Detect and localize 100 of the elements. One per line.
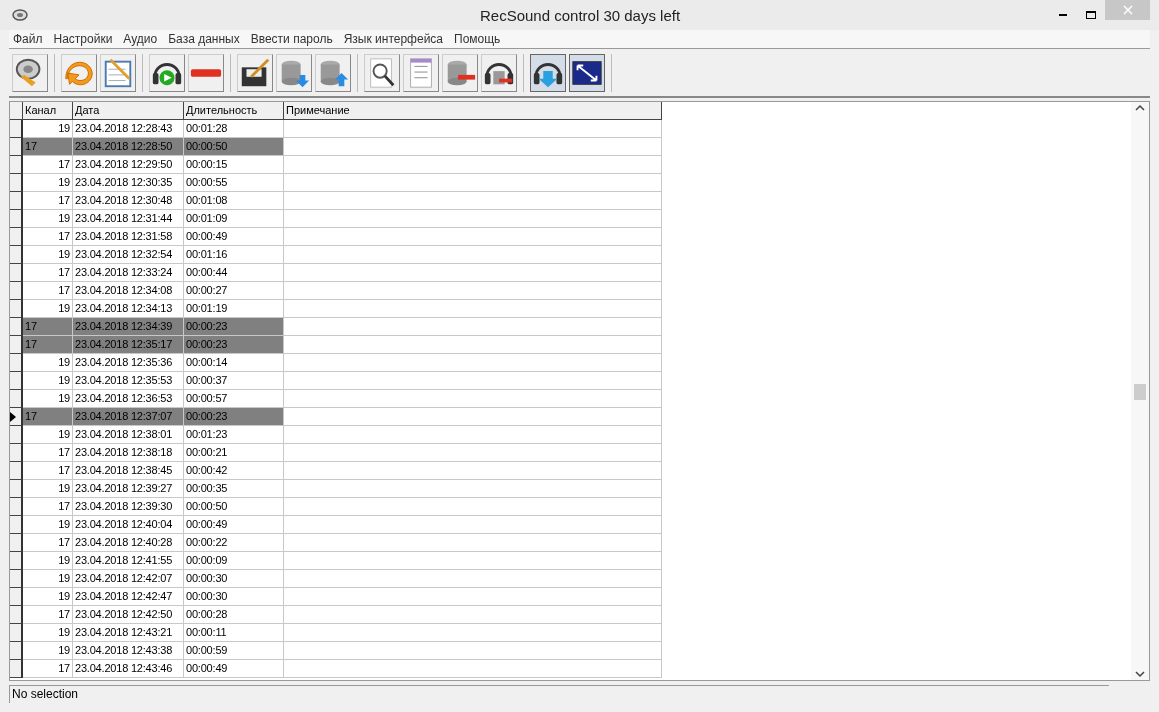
row-indicator[interactable]: [10, 264, 23, 282]
date-cell: 23.04.2018 12:37:07: [73, 408, 184, 426]
duration-cell: 00:00:14: [184, 354, 284, 372]
date-cell: 23.04.2018 12:34:08: [73, 282, 184, 300]
row-indicator[interactable]: [10, 552, 23, 570]
date-cell: 23.04.2018 12:30:48: [73, 192, 184, 210]
row-indicator[interactable]: [10, 624, 23, 642]
row-indicator[interactable]: [10, 588, 23, 606]
date-cell: 23.04.2018 12:30:35: [73, 174, 184, 192]
row-indicator[interactable]: [10, 426, 23, 444]
date-cell: 23.04.2018 12:43:46: [73, 660, 184, 678]
row-indicator[interactable]: [10, 210, 23, 228]
scroll-thumb[interactable]: [1134, 384, 1146, 400]
duration-cell: 00:01:08: [184, 192, 284, 210]
status-text: No selection: [9, 685, 1109, 703]
menu-item[interactable]: Ввести пароль: [246, 30, 337, 48]
row-indicator[interactable]: [10, 174, 23, 192]
date-cell: 23.04.2018 12:34:39: [73, 318, 184, 336]
row-indicator[interactable]: [10, 372, 23, 390]
column-header[interactable]: Дата: [73, 102, 184, 120]
date-cell: 23.04.2018 12:42:07: [73, 570, 184, 588]
toolbar-button[interactable]: [530, 53, 566, 92]
window-title: RecSound control 30 days left: [480, 6, 681, 26]
close-icon: [1122, 5, 1133, 15]
row-indicator[interactable]: [10, 120, 23, 138]
date-cell: 23.04.2018 12:38:45: [73, 462, 184, 480]
minus-icon: [189, 68, 223, 77]
duration-cell: 00:00:23: [184, 318, 284, 336]
duration-cell: 00:00:50: [184, 498, 284, 516]
column-header[interactable]: Примечание: [284, 102, 662, 120]
toolbar-button[interactable]: [569, 53, 605, 92]
row-indicator[interactable]: [10, 390, 23, 408]
row-indicator[interactable]: [10, 246, 23, 264]
duration-cell: 00:00:59: [184, 642, 284, 660]
menu-item[interactable]: Язык интерфейса: [339, 30, 447, 48]
menu-item[interactable]: Помощь: [450, 30, 505, 48]
duration-cell: 00:01:23: [184, 426, 284, 444]
channel-cell: 17: [23, 606, 73, 624]
duration-cell: 00:00:27: [184, 282, 284, 300]
channel-cell: 19: [23, 246, 73, 264]
column-header[interactable]: Канал: [23, 102, 73, 120]
scroll-up-icon: [1135, 104, 1145, 111]
date-cell: 23.04.2018 12:32:54: [73, 246, 184, 264]
date-cell: 23.04.2018 12:41:55: [73, 552, 184, 570]
date-cell: 23.04.2018 12:38:18: [73, 444, 184, 462]
date-cell: 23.04.2018 12:31:58: [73, 228, 184, 246]
duration-cell: 00:00:30: [184, 570, 284, 588]
channel-cell: 17: [23, 192, 73, 210]
row-indicator[interactable]: [10, 444, 23, 462]
date-cell: 23.04.2018 12:42:50: [73, 606, 184, 624]
duration-cell: 00:00:55: [184, 174, 284, 192]
row-indicator[interactable]: [10, 516, 23, 534]
row-indicator[interactable]: [10, 660, 23, 678]
duration-cell: 00:01:09: [184, 210, 284, 228]
date-cell: 23.04.2018 12:33:24: [73, 264, 184, 282]
row-indicator[interactable]: [10, 156, 23, 174]
row-indicator[interactable]: [10, 498, 23, 516]
duration-cell: 00:00:49: [184, 516, 284, 534]
date-cell: 23.04.2018 12:43:38: [73, 642, 184, 660]
row-indicator[interactable]: [10, 138, 23, 156]
scrollbar[interactable]: [1131, 102, 1149, 680]
row-indicator[interactable]: [10, 606, 23, 624]
row-indicator[interactable]: [10, 534, 23, 552]
duration-cell: 00:00:23: [184, 408, 284, 426]
date-cell: 23.04.2018 12:40:28: [73, 534, 184, 552]
date-cell: 23.04.2018 12:42:47: [73, 588, 184, 606]
row-indicator[interactable]: [10, 408, 23, 426]
channel-cell: 17: [23, 228, 73, 246]
date-cell: 23.04.2018 12:35:17: [73, 336, 184, 354]
row-indicator[interactable]: [10, 480, 23, 498]
row-indicator[interactable]: [10, 462, 23, 480]
row-indicator[interactable]: [10, 336, 23, 354]
channel-cell: 17: [23, 138, 73, 156]
menu-item[interactable]: Настройки: [49, 30, 117, 48]
channel-cell: 17: [23, 336, 73, 354]
row-indicator[interactable]: [10, 318, 23, 336]
channel-cell: 19: [23, 372, 73, 390]
app-icon: [12, 8, 28, 22]
row-indicator[interactable]: [10, 300, 23, 318]
duration-cell: 00:00:28: [184, 606, 284, 624]
channel-cell: 17: [23, 282, 73, 300]
channel-cell: 17: [23, 660, 73, 678]
row-indicator[interactable]: [10, 354, 23, 372]
menu-item[interactable]: Аудио: [119, 30, 162, 48]
menu-item[interactable]: База данных: [164, 30, 244, 48]
row-indicator[interactable]: [10, 642, 23, 660]
row-indicator[interactable]: [10, 192, 23, 210]
row-indicator[interactable]: [10, 228, 23, 246]
channel-cell: 17: [23, 408, 73, 426]
column-header[interactable]: Длительность: [184, 102, 284, 120]
row-indicator[interactable]: [10, 282, 23, 300]
duration-cell: 00:00:22: [184, 534, 284, 552]
menu-item[interactable]: Файл: [9, 30, 47, 48]
channel-cell: 17: [23, 534, 73, 552]
row-indicator[interactable]: [10, 570, 23, 588]
channel-cell: 19: [23, 426, 73, 444]
channel-cell: 17: [23, 462, 73, 480]
date-cell: 23.04.2018 12:29:50: [73, 156, 184, 174]
channel-cell: 17: [23, 498, 73, 516]
scroll-down-icon: [1135, 671, 1145, 678]
